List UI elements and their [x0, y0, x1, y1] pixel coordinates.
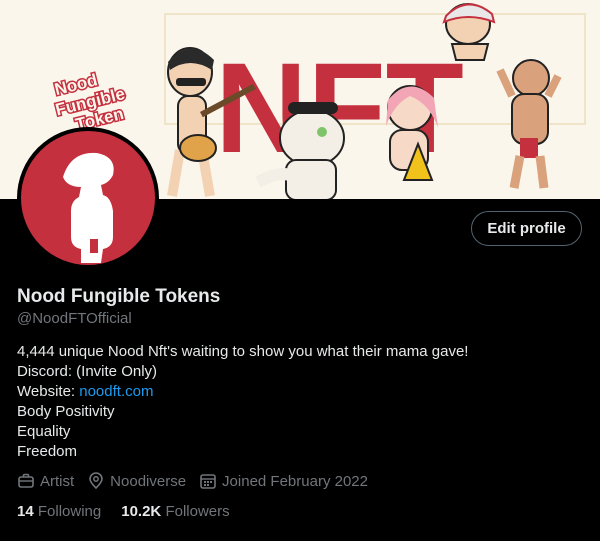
edit-profile-button[interactable]: Edit profile [471, 211, 582, 246]
bio-line-4: Body Positivity [17, 403, 115, 420]
meta-joined-text: Joined February 2022 [222, 472, 368, 490]
profile-bio: 4,444 unique Nood Nft's waiting to show … [17, 342, 468, 462]
followers-label: Followers [165, 503, 230, 520]
profile-handle: @NoodFTOfficial [17, 310, 132, 327]
bio-line-1: 4,444 unique Nood Nft's waiting to show … [17, 343, 469, 360]
bio-line-5: Equality [17, 423, 71, 440]
profile-meta: Artist Noodiverse Joined February 2022 [17, 472, 381, 490]
website-link[interactable]: noodft.com [79, 383, 153, 400]
meta-joined: Joined February 2022 [199, 472, 368, 490]
follow-stats: 14 Following 10.2K Followers [17, 503, 250, 520]
bio-website-line: Website: noodft.com [17, 382, 468, 402]
calendar-icon [200, 474, 216, 489]
profile-name: Nood Fungible Tokens [17, 286, 221, 307]
meta-location: Noodiverse [87, 472, 186, 490]
avatar[interactable] [17, 127, 159, 269]
bio-line-6: Freedom [17, 443, 78, 460]
meta-location-text: Noodiverse [110, 472, 187, 490]
avatar-silhouette-icon [63, 152, 114, 263]
bio-website-label: Website: [17, 383, 80, 400]
meta-category-text: Artist [40, 472, 75, 490]
location-pin-icon [89, 472, 103, 490]
bio-line-2: Discord: (Invite Only) [17, 363, 158, 380]
followers-count: 10.2K [121, 503, 162, 520]
following-link[interactable]: 14 Following [17, 503, 101, 520]
briefcase-icon [18, 473, 34, 488]
meta-category: Artist [17, 472, 74, 490]
following-count: 14 [17, 503, 34, 520]
following-label: Following [37, 503, 102, 520]
followers-link[interactable]: 10.2K Followers [121, 503, 229, 520]
